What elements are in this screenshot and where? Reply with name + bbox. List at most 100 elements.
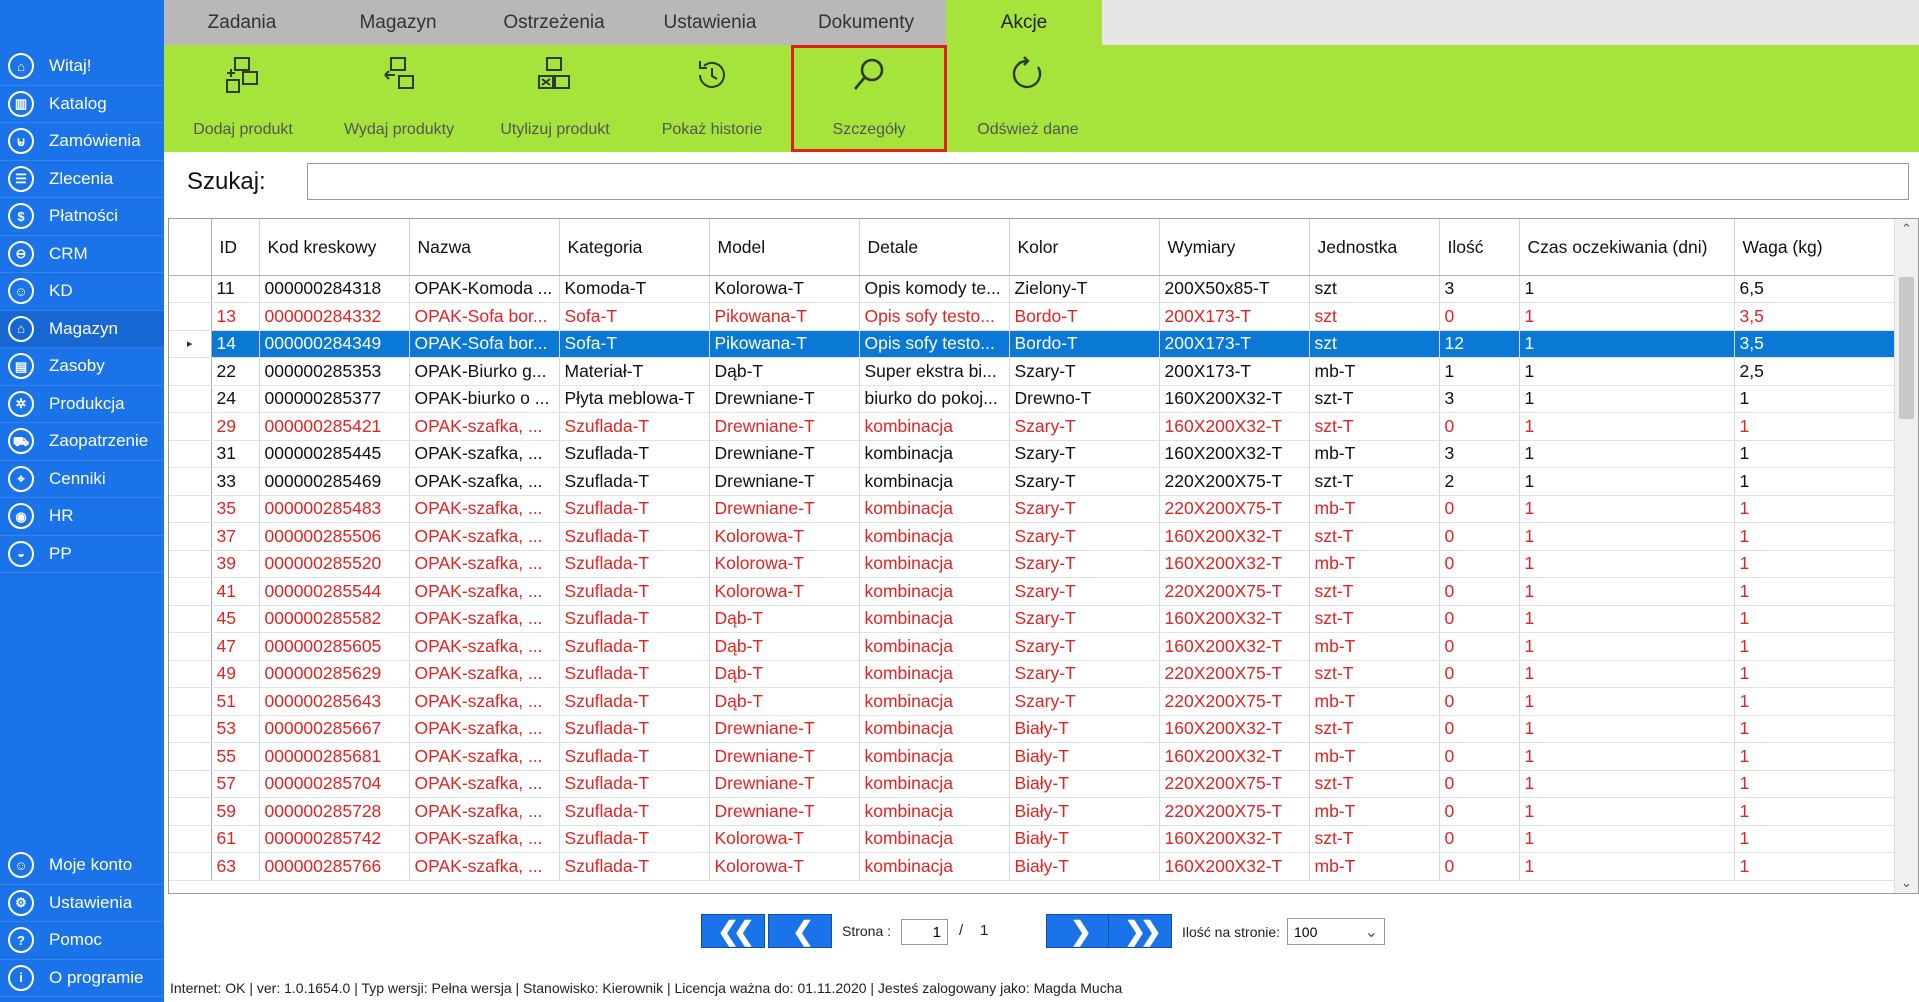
odswiez-dane-button[interactable]: Odśwież dane <box>950 45 1106 152</box>
column-header-kategoria[interactable]: Kategoria <box>559 219 710 276</box>
table-row[interactable]: 29 000000285421 OPAK-szafka, ... Szuflada-T… <box>169 412 1895 441</box>
table-row[interactable]: 57 000000285704 OPAK-szafka, ... Szuflada-T… <box>169 770 1895 798</box>
row-header[interactable] <box>169 522 212 551</box>
utylizuj-produkt-button[interactable]: Utylizuj produkt <box>477 45 633 152</box>
row-header[interactable] <box>169 550 212 578</box>
search-label: Szukaj: <box>187 168 266 195</box>
wydaj-produkty-button[interactable]: Wydaj produkty <box>321 45 477 152</box>
tab-dokumenty[interactable]: Dokumenty <box>788 0 944 45</box>
column-header-kolor[interactable]: Kolor <box>1009 219 1160 276</box>
table-row[interactable]: 51 000000285643 OPAK-szafka, ... Szuflada-T… <box>169 687 1895 716</box>
row-header[interactable] <box>169 412 212 441</box>
table-row[interactable]: 49 000000285629 OPAK-szafka, ... Szuflada-T… <box>169 660 1895 688</box>
row-header[interactable] <box>169 825 212 853</box>
table-row[interactable]: 59 000000285728 OPAK-szafka, ... Szuflada-T… <box>169 797 1895 826</box>
table-row[interactable]: 63 000000285766 OPAK-szafka, ... Szuflada-T… <box>169 852 1895 881</box>
row-header[interactable] <box>169 275 212 303</box>
table-row[interactable]: 37 000000285506 OPAK-szafka, ... Szuflada-T… <box>169 522 1895 551</box>
sidebar-item-zaopatrzenie[interactable]: ⛟ Zaopatrzenie <box>0 423 164 461</box>
row-header[interactable] <box>169 577 212 606</box>
sidebar-item-zasoby[interactable]: ▤ Zasoby <box>0 348 164 386</box>
row-header[interactable] <box>169 440 212 468</box>
row-header[interactable] <box>169 715 212 743</box>
row-header[interactable] <box>169 357 212 386</box>
table-row[interactable]: 41 000000285544 OPAK-szafka, ... Szuflada-T… <box>169 577 1895 606</box>
tab-magazyn[interactable]: Magazyn <box>320 0 476 45</box>
table-row[interactable]: 11 000000284318 OPAK-Komoda ... Komoda-T Kol… <box>169 275 1895 303</box>
table-row[interactable]: 47 000000285605 OPAK-szafka, ... Szuflada-T… <box>169 632 1895 661</box>
page-number-input[interactable] <box>901 919 948 945</box>
sidebar-item-ustawienia[interactable]: ⚙ Ustawienia <box>0 885 164 922</box>
sidebar-item-katalog[interactable]: ▥ Katalog <box>0 86 164 123</box>
row-header[interactable] <box>169 605 212 633</box>
column-header-nazwa[interactable]: Nazwa <box>409 219 560 276</box>
dodaj-produkt-button[interactable]: Dodaj produkt <box>165 45 321 152</box>
table-row[interactable]: 13 000000284332 OPAK-Sofa bor... Sofa-T Piko… <box>169 302 1895 331</box>
column-header-model[interactable]: Model <box>709 219 860 276</box>
sidebar-item-magazyn[interactable]: ⌂ Magazyn <box>0 310 164 348</box>
scroll-down-icon[interactable]: ⌄ <box>1895 873 1918 893</box>
cell-czas-oczekiwania-dni: 1 <box>1519 467 1735 496</box>
next-page-button[interactable]: ❯ <box>1046 914 1110 948</box>
table-row[interactable]: 55 000000285681 OPAK-szafka, ... Szuflada-T… <box>169 742 1895 771</box>
column-header-detale[interactable]: Detale <box>859 219 1010 276</box>
column-header-ilosc[interactable]: Ilość <box>1439 219 1520 276</box>
row-selected-icon[interactable]: ▸ <box>169 330 212 358</box>
table-row[interactable]: 33 000000285469 OPAK-szafka, ... Szuflada-T… <box>169 467 1895 496</box>
per-page-select[interactable]: 100 ⌄ <box>1287 918 1385 945</box>
sidebar-item-pomoc[interactable]: ? Pomoc <box>0 922 164 960</box>
sidebar-item-crm[interactable]: ⊖ CRM <box>0 236 164 273</box>
column-header-czas-oczekiwania-dni[interactable]: Czas oczekiwania (dni) <box>1519 219 1735 276</box>
row-header[interactable] <box>169 797 212 826</box>
scroll-up-icon[interactable]: ⌃ <box>1895 219 1918 239</box>
szczegoly-button[interactable]: Szczegóły <box>791 45 947 152</box>
row-header[interactable] <box>169 742 212 771</box>
sidebar-item-hr[interactable]: ◉ HR <box>0 498 164 536</box>
tab-ustawienia[interactable]: Ustawienia <box>632 0 788 45</box>
table-row[interactable]: 31 000000285445 OPAK-szafka, ... Szuflada-T… <box>169 440 1895 468</box>
table-row[interactable]: 35 000000285483 OPAK-szafka, ... Szuflada-T… <box>169 495 1895 523</box>
table-row[interactable]: 61 000000285742 OPAK-szafka, ... Szuflada-T… <box>169 825 1895 853</box>
row-header[interactable] <box>169 770 212 798</box>
row-header[interactable] <box>169 687 212 716</box>
column-header-wymiary[interactable]: Wymiary <box>1159 219 1310 276</box>
tab-ostrzezenia[interactable]: Ostrzeżenia <box>476 0 632 45</box>
sidebar-item-o-programie[interactable]: i O programie <box>0 960 164 997</box>
row-header[interactable] <box>169 632 212 661</box>
table-row[interactable]: ▸ 14 000000284349 OPAK-Sofa bor... Sofa-T Pik… <box>169 330 1895 358</box>
sidebar-item-platnosci[interactable]: $ Płatności <box>0 198 164 236</box>
cell-ilosc: 1 <box>1439 357 1520 386</box>
column-header-kod-kreskowy[interactable]: Kod kreskowy <box>259 219 410 276</box>
pokaz-historie-button[interactable]: Pokaż historie <box>634 45 790 152</box>
row-header[interactable] <box>169 852 212 881</box>
table-row[interactable]: 53 000000285667 OPAK-szafka, ... Szuflada-T… <box>169 715 1895 743</box>
last-page-button[interactable]: ❯❯ <box>1108 914 1172 948</box>
scrollbar-thumb[interactable] <box>1899 277 1914 419</box>
sidebar-item-moje-konto[interactable]: ☺ Moje konto <box>0 847 164 885</box>
row-header[interactable] <box>169 660 212 688</box>
table-row[interactable]: 39 000000285520 OPAK-szafka, ... Szuflada-T… <box>169 550 1895 578</box>
column-header-id[interactable]: ID <box>211 219 260 276</box>
sidebar-item-witaj[interactable]: ⌂ Witaj! <box>0 48 164 86</box>
row-header[interactable] <box>169 495 212 523</box>
sidebar-item-produkcja[interactable]: ✲ Produkcja <box>0 386 164 423</box>
tab-akcje[interactable]: Akcje <box>946 0 1102 45</box>
row-header[interactable] <box>169 385 212 413</box>
search-input[interactable] <box>307 163 1909 200</box>
table-row[interactable]: 24 000000285377 OPAK-biurko o ... Płyta meb… <box>169 385 1895 413</box>
first-page-button[interactable]: ❮❮ <box>701 914 765 948</box>
sidebar-item-kd[interactable]: ☺ KD <box>0 273 164 311</box>
sidebar-item-cenniki[interactable]: ⌖ Cenniki <box>0 461 164 498</box>
sidebar-item-zlecenia[interactable]: ☰ Zlecenia <box>0 161 164 198</box>
tab-zadania[interactable]: Zadania <box>164 0 320 45</box>
sidebar-item-pp[interactable]: ◒ PP <box>0 536 164 573</box>
column-header-jednostka[interactable]: Jednostka <box>1309 219 1440 276</box>
table-row[interactable]: 45 000000285582 OPAK-szafka, ... Szuflada-T… <box>169 605 1895 633</box>
row-header[interactable] <box>169 302 212 331</box>
column-header-waga-kg[interactable]: Waga (kg) <box>1734 219 1895 276</box>
row-header[interactable] <box>169 467 212 496</box>
sidebar-item-zamowienia[interactable]: ⊌ Zamówienia <box>0 123 164 161</box>
table-row[interactable]: 22 000000285353 OPAK-Biurko g... Materiał-T… <box>169 357 1895 386</box>
vertical-scrollbar[interactable]: ⌃ ⌄ <box>1894 219 1918 893</box>
prev-page-button[interactable]: ❮ <box>768 914 832 948</box>
